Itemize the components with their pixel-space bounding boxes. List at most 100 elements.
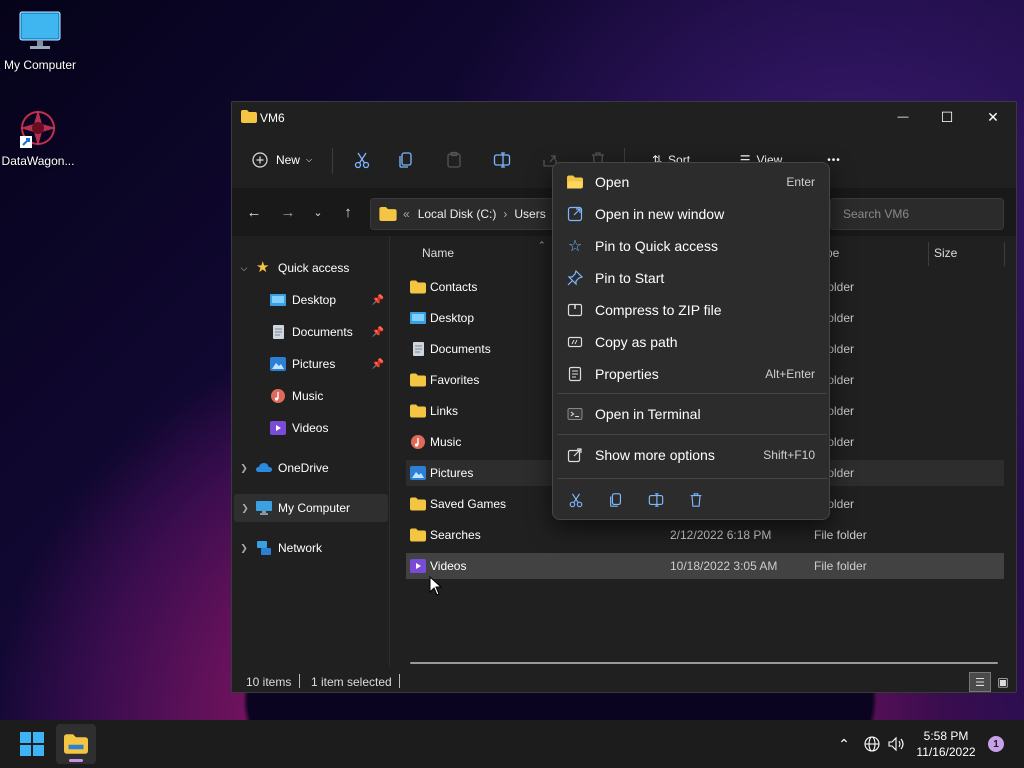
menu-item-pin-quick-access[interactable]: ☆ Pin to Quick access [557, 231, 827, 261]
folder-open-icon [567, 174, 583, 190]
sidebar-item-onedrive[interactable]: ❯ OneDrive [232, 454, 390, 482]
desktop-icon-label: My Computer [3, 58, 77, 72]
menu-item-copy-path[interactable]: Copy as path [557, 327, 827, 357]
pin-icon[interactable]: 📌 [372, 327, 384, 338]
desktop-icon-datawagon[interactable]: DataWagon... [0, 106, 78, 168]
tiles-view-icon[interactable]: ▣ [993, 672, 1013, 692]
taskbar: ⌃ 5:58 PM 11/16/2022 1 [0, 720, 1024, 768]
file-type: File folder [814, 528, 867, 542]
context-menu: Open Enter Open in new window ☆ Pin to Q… [552, 162, 830, 520]
desktop-icon-my-computer[interactable]: My Computer [0, 10, 80, 72]
sidebar-label: Network [278, 541, 323, 555]
copy-button[interactable] [388, 140, 424, 180]
new-button-label: New [275, 153, 300, 167]
search-input[interactable]: Search VM6 [830, 198, 1004, 230]
desktop-folder-icon [410, 312, 426, 324]
sidebar-item-music[interactable]: Music [232, 382, 390, 410]
sidebar-item-network[interactable]: ❯ Network [232, 534, 390, 562]
title-bar[interactable]: VM6 — ☐ ✕ [232, 102, 1016, 134]
properties-icon [567, 366, 583, 382]
details-view-icon[interactable]: ☰ [969, 672, 991, 692]
menu-rename-button[interactable] [641, 485, 671, 515]
file-name: Saved Games [430, 497, 507, 511]
menu-item-properties[interactable]: Properties Alt+Enter [557, 359, 827, 389]
menu-item-show-more-options[interactable]: Show more options Shift+F10 [557, 440, 827, 470]
folder-icon [410, 373, 426, 387]
navigation-pane: ⌵ ★ Quick access Desktop 📌 Documents 📌 P… [232, 236, 390, 666]
forward-arrow-icon[interactable]: → [274, 198, 302, 226]
show-hidden-icons-icon[interactable]: ⌃ [834, 734, 854, 754]
menu-item-open[interactable]: Open Enter [557, 167, 827, 197]
breadcrumb-users[interactable]: Users [514, 207, 545, 221]
maximize-button[interactable]: ☐ [924, 102, 970, 132]
cut-button[interactable] [344, 140, 380, 180]
list-item-selected[interactable]: Videos 10/18/2022 3:05 AM File folder [406, 553, 1004, 579]
network-globe-icon[interactable] [862, 734, 882, 754]
rename-button[interactable] [484, 140, 520, 180]
computer-icon [256, 501, 272, 515]
address-bar[interactable]: « Local Disk (C:) › Users [370, 198, 560, 230]
sidebar-item-documents[interactable]: Documents 📌 [232, 318, 390, 346]
menu-item-open-terminal[interactable]: Open in Terminal [557, 399, 827, 429]
notification-badge[interactable]: 1 [988, 736, 1004, 752]
pin-icon[interactable]: 📌 [372, 359, 384, 370]
sidebar-label: Music [292, 389, 324, 403]
start-button[interactable] [12, 724, 52, 764]
clock[interactable]: 5:58 PM 11/16/2022 [914, 728, 978, 760]
music-icon [411, 435, 425, 449]
star-icon: ★ [256, 259, 270, 276]
menu-item-label: Copy as path [595, 334, 678, 350]
column-header-name[interactable]: Name [422, 246, 454, 260]
column-header-size[interactable]: Size [934, 246, 957, 260]
breadcrumb-local-disk[interactable]: Local Disk (C:) [418, 207, 497, 221]
menu-item-shortcut: Alt+Enter [765, 367, 815, 381]
copy-icon [399, 152, 412, 168]
new-button[interactable]: New ⌵ [246, 140, 318, 180]
file-name: Documents [430, 342, 491, 356]
breadcrumb-overflow[interactable]: « [403, 207, 410, 221]
menu-item-open-new-window[interactable]: Open in new window [557, 199, 827, 229]
volume-icon[interactable] [886, 734, 908, 754]
menu-delete-button[interactable] [681, 485, 711, 515]
expand-chevron-icon: ❯ [240, 462, 248, 473]
paste-button[interactable] [436, 140, 472, 180]
pin-icon [567, 270, 583, 286]
running-indicator [69, 759, 83, 762]
minimize-button[interactable]: — [880, 102, 926, 132]
scissors-icon [354, 152, 370, 169]
menu-item-compress-zip[interactable]: Compress to ZIP file [557, 295, 827, 325]
close-button[interactable]: ✕ [970, 102, 1016, 132]
file-name: Pictures [430, 466, 474, 480]
terminal-icon [567, 406, 583, 422]
desktop-folder-icon [270, 294, 286, 306]
sidebar-item-my-computer[interactable]: ❯ My Computer [234, 494, 388, 522]
folder-icon [410, 497, 426, 511]
folder-icon [64, 734, 88, 754]
menu-copy-button[interactable] [601, 485, 631, 515]
desktop-icon-label: DataWagon... [1, 154, 75, 168]
sidebar-item-videos[interactable]: Videos [232, 414, 390, 442]
expand-chevron-icon: ⌵ [240, 262, 248, 273]
up-arrow-icon[interactable]: ↑ [334, 198, 362, 226]
recent-chevron-icon[interactable]: ⌄ [304, 198, 332, 226]
folder-icon [410, 528, 426, 542]
back-arrow-icon[interactable]: ← [240, 198, 268, 226]
column-divider [928, 242, 929, 266]
folder-icon [410, 280, 426, 294]
pin-icon[interactable]: 📌 [372, 295, 384, 306]
sidebar-item-pictures[interactable]: Pictures 📌 [232, 350, 390, 378]
sidebar-item-quick-access[interactable]: ⌵ ★ Quick access [232, 254, 390, 282]
file-name: Music [430, 435, 462, 449]
status-divider [299, 674, 300, 688]
menu-item-pin-start[interactable]: Pin to Start [557, 263, 827, 293]
file-date: 10/18/2022 3:05 AM [670, 559, 778, 573]
menu-cut-button[interactable] [561, 485, 591, 515]
taskbar-file-explorer[interactable] [56, 724, 96, 764]
mouse-cursor-icon [429, 576, 443, 596]
more-options-icon [567, 447, 583, 463]
clock-time: 5:58 PM [923, 729, 969, 743]
horizontal-scrollbar[interactable] [410, 662, 998, 664]
list-item[interactable]: Searches 2/12/2022 6:18 PM File folder [406, 522, 1004, 548]
sidebar-item-desktop[interactable]: Desktop 📌 [232, 286, 390, 314]
menu-separator [557, 478, 827, 479]
